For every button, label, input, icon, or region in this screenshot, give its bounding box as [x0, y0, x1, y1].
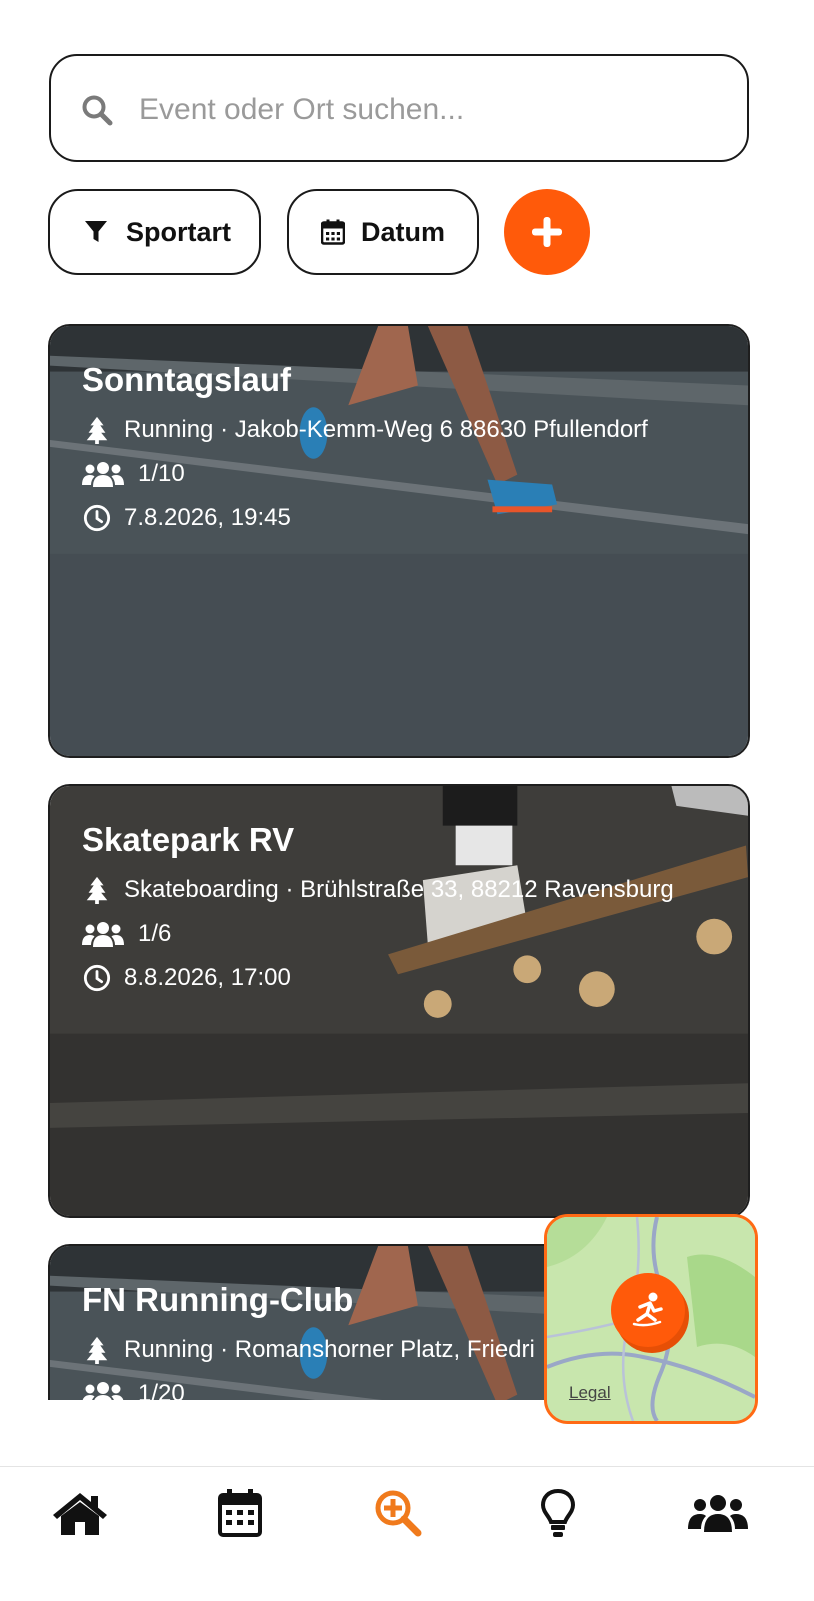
- calendar-icon: [218, 1489, 262, 1537]
- clock-icon: [83, 964, 111, 992]
- event-datetime: 7.8.2026, 19:45: [124, 504, 291, 531]
- event-location-row: Skateboarding · Brühlstraße 33, 88212 Ra…: [82, 868, 738, 912]
- event-card[interactable]: Sonntagslauf Running · Jakob-Kemm-Weg 6 …: [48, 324, 750, 758]
- event-location: Running · Romanshorner Platz, Friedri: [124, 1336, 535, 1363]
- clock-icon: [83, 504, 111, 532]
- event-card[interactable]: Skatepark RV Skateboarding · Brühlstraße…: [48, 784, 750, 1218]
- search-icon: [82, 95, 113, 126]
- tab-calendar[interactable]: [210, 1483, 270, 1543]
- calendar-icon: [321, 219, 345, 245]
- filter-sport-button[interactable]: Sportart: [48, 189, 261, 275]
- tree-icon: [86, 416, 108, 444]
- filter-date-label: Datum: [361, 216, 446, 247]
- filter-date-button[interactable]: Datum: [287, 189, 479, 275]
- event-title: Skatepark RV: [82, 821, 295, 858]
- event-info: Sonntagslauf Running · Jakob-Kemm-Weg 6 …: [82, 360, 738, 540]
- plus-icon: [532, 217, 562, 247]
- group-icon: [688, 1495, 748, 1532]
- search-bar[interactable]: [49, 54, 749, 162]
- event-location: Running · Jakob-Kemm-Weg 6 88630 Pfullen…: [124, 416, 648, 443]
- tab-community[interactable]: [688, 1483, 748, 1543]
- bottom-tab-bar: [0, 1466, 814, 1601]
- home-icon: [53, 1493, 107, 1535]
- event-location: Skateboarding · Brühlstraße 33, 88212 Ra…: [124, 876, 674, 903]
- add-event-button[interactable]: [504, 189, 590, 275]
- mini-map[interactable]: Legal: [544, 1214, 758, 1424]
- search-plus-icon: [375, 1490, 422, 1537]
- map-marker[interactable]: [611, 1273, 685, 1347]
- tab-home[interactable]: [50, 1483, 110, 1543]
- event-participants: 1/6: [138, 920, 172, 947]
- event-datetime-row: 8.8.2026, 17:00: [82, 956, 738, 1000]
- filter-icon: [85, 221, 107, 242]
- tree-icon: [86, 876, 108, 904]
- group-icon: [82, 1382, 124, 1400]
- event-participants-row: 1/6: [82, 912, 738, 956]
- tree-icon: [86, 1336, 108, 1364]
- event-title: Sonntagslauf: [82, 361, 292, 398]
- event-participants: 1/10: [138, 460, 185, 487]
- search-input[interactable]: [137, 84, 731, 136]
- tab-search[interactable]: [368, 1483, 428, 1543]
- event-participants-row: 1/10: [82, 452, 738, 496]
- event-location-row: Running · Jakob-Kemm-Weg 6 88630 Pfullen…: [82, 408, 738, 452]
- filter-sport-label: Sportart: [126, 216, 232, 247]
- group-icon: [82, 462, 124, 487]
- event-datetime-row: 7.8.2026, 19:45: [82, 496, 738, 540]
- event-info: Skatepark RV Skateboarding · Brühlstraße…: [82, 820, 738, 1000]
- skater-icon: [632, 1292, 663, 1327]
- tab-ideas[interactable]: [528, 1483, 588, 1543]
- event-participants: 1/20: [138, 1380, 185, 1400]
- map-legal-link[interactable]: Legal: [569, 1383, 611, 1403]
- group-icon: [82, 922, 124, 947]
- event-datetime: 8.8.2026, 17:00: [124, 964, 291, 991]
- lightbulb-icon: [540, 1488, 576, 1537]
